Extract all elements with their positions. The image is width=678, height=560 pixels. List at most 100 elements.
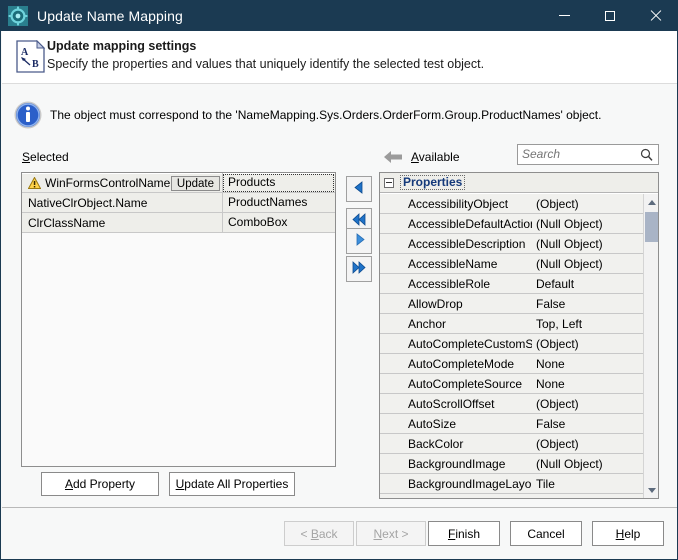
table-row[interactable]: AccessibilityObject (Object) (380, 194, 644, 214)
window-title: Update Name Mapping (37, 8, 183, 24)
update-all-properties-button[interactable]: Update All Properties (169, 472, 295, 496)
table-row[interactable]: AllowDrop False (380, 294, 644, 314)
next-button[interactable]: Next > (356, 521, 426, 546)
close-button[interactable] (633, 0, 678, 31)
selected-panel-label: Selected (22, 150, 69, 164)
close-icon (650, 10, 662, 22)
property-name: AccessibleName (380, 257, 532, 271)
move-right-one-button[interactable] (346, 228, 372, 254)
table-row[interactable]: BindingContext (Object) (380, 494, 644, 498)
scrollbar-thumb[interactable] (645, 212, 658, 242)
title-bar: Update Name Mapping (1, 0, 678, 31)
selected-grid-empty-area[interactable] (22, 233, 335, 467)
table-row[interactable]: BackColor (Object) (380, 434, 644, 454)
table-row[interactable]: AccessibleRole Default (380, 274, 644, 294)
selected-properties-grid[interactable]: WinFormsControlName Update Products Nati… (21, 172, 336, 467)
property-value: (Null Object) (532, 237, 644, 251)
property-value: Tile (532, 477, 644, 491)
update-all-properties-label: Update All Properties (176, 477, 289, 491)
selected-row-name-cell[interactable]: WinFormsControlName Update (22, 176, 222, 191)
triangle-left-icon (353, 181, 366, 197)
available-properties-list[interactable]: Properties AccessibilityObject (Object) … (379, 172, 659, 499)
selected-row-value[interactable]: ProductNames (222, 193, 335, 213)
table-row[interactable]: AutoCompleteSource None (380, 374, 644, 394)
property-value: (Null Object) (532, 217, 644, 231)
property-name: BackgroundImage (380, 457, 532, 471)
table-row[interactable]: WinFormsControlName Update Products (22, 173, 335, 193)
property-value: (Null Object) (532, 257, 644, 271)
selected-row-value[interactable]: Products (222, 173, 335, 193)
table-row[interactable]: Anchor Top, Left (380, 314, 644, 334)
selected-row-name: ClrClassName (28, 216, 105, 230)
table-row[interactable]: AutoSize False (380, 414, 644, 434)
table-row[interactable]: BackgroundImageLayout Tile (380, 474, 644, 494)
table-row[interactable]: AutoScrollOffset (Object) (380, 394, 644, 414)
help-button[interactable]: Help (592, 521, 664, 546)
property-name: AutoCompleteCustomSource (380, 337, 532, 351)
property-value: (Object) (532, 437, 644, 451)
property-name: AutoScrollOffset (380, 397, 532, 411)
properties-group-label: Properties (400, 175, 465, 190)
move-right-all-button[interactable] (346, 256, 372, 282)
arrow-left-icon[interactable] (384, 150, 403, 164)
table-row[interactable]: ClrClassName ComboBox (22, 213, 335, 233)
dialog-header: A B Update mapping settings Specify the … (2, 31, 678, 84)
update-name-mapping-dialog: Update Name Mapping A B Update mapping s… (0, 0, 678, 560)
scroll-up-button[interactable] (644, 194, 659, 210)
selected-row-name-cell[interactable]: ClrClassName (22, 216, 222, 230)
search-input[interactable] (522, 147, 636, 161)
property-value: None (532, 377, 644, 391)
minimize-button[interactable] (541, 0, 587, 31)
add-property-button[interactable]: Add Property (41, 472, 159, 496)
available-rows-container: AccessibilityObject (Object) AccessibleD… (380, 194, 644, 498)
update-property-button[interactable]: Update (171, 176, 220, 191)
available-list-scrollbar[interactable] (643, 194, 658, 498)
cancel-button[interactable]: Cancel (510, 521, 582, 546)
search-box[interactable] (517, 144, 659, 165)
svg-text:B: B (32, 59, 39, 70)
header-subtitle: Specify the properties and values that u… (47, 57, 484, 71)
selected-row-name-cell[interactable]: NativeClrObject.Name (22, 196, 222, 210)
finish-button[interactable]: Finish (428, 521, 500, 546)
warning-icon (28, 177, 41, 189)
table-row[interactable]: AccessibleName (Null Object) (380, 254, 644, 274)
help-label: Help (616, 527, 641, 541)
property-value: (Null Object) (532, 457, 644, 471)
name-mapping-document-icon: A B (15, 40, 46, 73)
property-name: AccessibleDefaultActionDes... (380, 217, 532, 231)
info-message: The object must correspond to the 'NameM… (50, 108, 601, 122)
search-icon (640, 148, 653, 161)
back-label: < Back (300, 527, 337, 541)
back-button[interactable]: < Back (284, 521, 354, 546)
property-name: AccessibleRole (380, 277, 532, 291)
move-left-one-button[interactable] (346, 176, 372, 202)
property-value: (Object) (532, 397, 644, 411)
double-triangle-left-icon (351, 213, 367, 229)
cancel-label: Cancel (527, 527, 564, 541)
selected-row-name: WinFormsControlName (45, 176, 170, 190)
property-value: (Object) (532, 337, 644, 351)
table-row[interactable]: AccessibleDescription (Null Object) (380, 234, 644, 254)
gear-icon (8, 6, 28, 26)
collapse-icon[interactable] (384, 178, 394, 188)
property-name: BackgroundImageLayout (380, 477, 532, 491)
table-row[interactable]: AutoCompleteCustomSource (Object) (380, 334, 644, 354)
table-row[interactable]: NativeClrObject.Name ProductNames (22, 193, 335, 213)
property-value: False (532, 417, 644, 431)
info-icon (13, 100, 43, 130)
finish-label: Finish (448, 527, 480, 541)
property-name: AccessibilityObject (380, 197, 532, 211)
selected-row-value[interactable]: ComboBox (222, 213, 335, 233)
triangle-right-icon (353, 233, 366, 249)
table-row[interactable]: BackgroundImage (Null Object) (380, 454, 644, 474)
table-row[interactable]: AutoCompleteMode None (380, 354, 644, 374)
property-name: Anchor (380, 317, 532, 331)
table-row[interactable]: AccessibleDefaultActionDes... (Null Obje… (380, 214, 644, 234)
maximize-button[interactable] (587, 0, 633, 31)
scroll-down-button[interactable] (644, 482, 659, 498)
svg-text:A: A (21, 47, 29, 58)
double-triangle-right-icon (351, 261, 367, 277)
properties-group-header[interactable]: Properties (380, 173, 658, 193)
property-value: Top, Left (532, 317, 644, 331)
property-value: Default (532, 277, 644, 291)
